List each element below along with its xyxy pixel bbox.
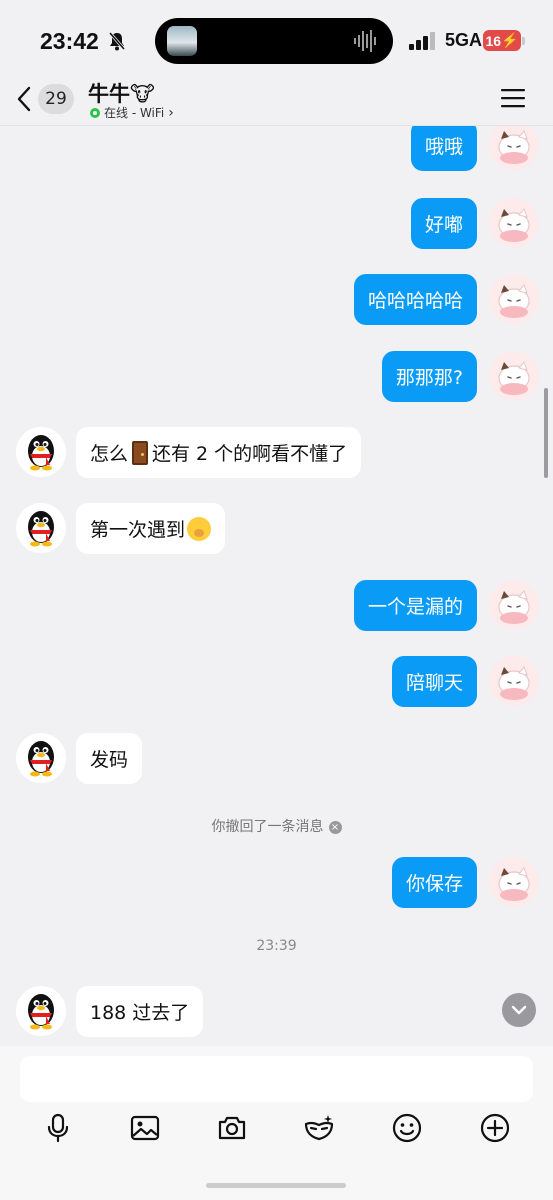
message-row-outgoing: 好嘟 — [0, 198, 553, 250]
microphone-icon[interactable] — [42, 1112, 74, 1144]
message-row-outgoing: 一个是漏的 — [0, 580, 553, 632]
message-input[interactable] — [20, 1056, 533, 1102]
my-avatar[interactable] — [489, 351, 539, 401]
my-avatar[interactable] — [489, 656, 539, 706]
message-row-incoming: 第一次遇到 — [0, 503, 553, 555]
status-text: 在线 - WiFi — [104, 106, 165, 120]
status-time: 23:42 — [40, 28, 99, 54]
chat-header: 29 牛牛🐮 在线 - WiFi › — [0, 82, 553, 126]
contact-avatar[interactable] — [16, 986, 66, 1036]
scroll-to-bottom-button[interactable] — [502, 993, 536, 1027]
now-playing-artwork-icon — [167, 26, 197, 56]
message-row-incoming: 发码 — [0, 733, 553, 785]
input-bar — [0, 1046, 553, 1200]
back-button[interactable]: 29 — [14, 82, 86, 116]
message-bubble-outgoing[interactable]: 哦哦 — [410, 126, 477, 171]
message-row-outgoing: 陪聊天 — [0, 656, 553, 708]
recall-notice-text: 你撤回了一条消息 — [211, 819, 324, 835]
message-text: 第一次遇到 — [90, 519, 186, 541]
online-status-icon — [90, 107, 100, 118]
message-bubble-outgoing[interactable]: 哈哈哈哈哈 — [353, 274, 477, 325]
message-row-outgoing: 哦哦 — [0, 126, 553, 178]
message-bubble-outgoing[interactable]: 一个是漏的 — [353, 580, 477, 631]
message-bubble-outgoing[interactable]: 好嘟 — [410, 198, 477, 249]
yawning-face-emoji-icon — [187, 516, 212, 541]
chevron-left-icon — [17, 86, 31, 112]
message-timestamp: 23:39 — [256, 938, 297, 954]
plus-icon[interactable] — [479, 1112, 511, 1144]
status-bar: 23:42 5GA 16 ⚡ — [0, 0, 553, 82]
battery-cap — [522, 37, 525, 45]
message-list[interactable]: 哦哦 好嘟 哈哈哈哈哈 那那那? 怎么 还有 2 个的啊看不懂了 第一次遇到 一… — [0, 126, 553, 1046]
message-bubble-incoming[interactable]: 第一次遇到 — [76, 503, 226, 554]
my-avatar[interactable] — [489, 580, 539, 630]
chevron-right-icon: › — [168, 104, 174, 121]
message-bubble-incoming[interactable]: 发码 — [76, 733, 143, 784]
unread-count-badge: 29 — [38, 84, 74, 114]
message-bubble-outgoing[interactable]: 那那那? — [381, 351, 477, 402]
message-row-outgoing: 哈哈哈哈哈 — [0, 274, 553, 326]
network-type: 5GA — [445, 30, 483, 50]
message-bubble-incoming[interactable]: 怎么 还有 2 个的啊看不懂了 — [76, 427, 362, 478]
chevron-down-icon — [511, 1005, 527, 1015]
message-row-outgoing: 你保存 — [0, 857, 553, 909]
recall-notice: 你撤回了一条消息 × — [0, 816, 553, 836]
message-bubble-outgoing[interactable]: 陪聊天 — [391, 656, 477, 707]
home-indicator — [206, 1183, 346, 1188]
image-icon[interactable] — [129, 1112, 161, 1144]
close-icon[interactable]: × — [328, 820, 342, 834]
message-row-outgoing: 那那那? — [0, 351, 553, 403]
my-avatar[interactable] — [489, 857, 539, 907]
my-avatar[interactable] — [489, 126, 539, 170]
my-avatar[interactable] — [489, 198, 539, 248]
camera-icon[interactable] — [216, 1112, 248, 1144]
menu-icon[interactable] — [501, 88, 525, 108]
mask-icon[interactable] — [303, 1112, 335, 1144]
cellular-signal-icon — [409, 32, 435, 50]
message-row-incoming: 188 过去了 — [0, 986, 553, 1038]
message-row-incoming: 怎么 还有 2 个的啊看不懂了 — [0, 427, 553, 479]
battery-icon: 16 ⚡ — [483, 30, 521, 51]
emoji-icon[interactable] — [391, 1112, 423, 1144]
audio-waveform-icon — [354, 30, 376, 52]
contact-avatar[interactable] — [16, 503, 66, 553]
silent-bell-icon — [108, 32, 126, 51]
message-text: 还有 2 个的啊看不懂了 — [152, 443, 348, 465]
message-bubble-outgoing[interactable]: 你保存 — [391, 857, 477, 908]
contact-status[interactable]: 在线 - WiFi › — [90, 104, 174, 121]
message-bubble-incoming[interactable]: 188 过去了 — [76, 986, 204, 1037]
battery-level: 16 — [485, 32, 502, 49]
contact-avatar[interactable] — [16, 733, 66, 783]
scrollbar[interactable] — [544, 388, 548, 478]
my-avatar[interactable] — [489, 274, 539, 324]
contact-avatar[interactable] — [16, 427, 66, 477]
door-emoji-icon — [132, 440, 149, 465]
dynamic-island[interactable] — [155, 18, 393, 64]
message-text: 怎么 — [90, 443, 129, 465]
